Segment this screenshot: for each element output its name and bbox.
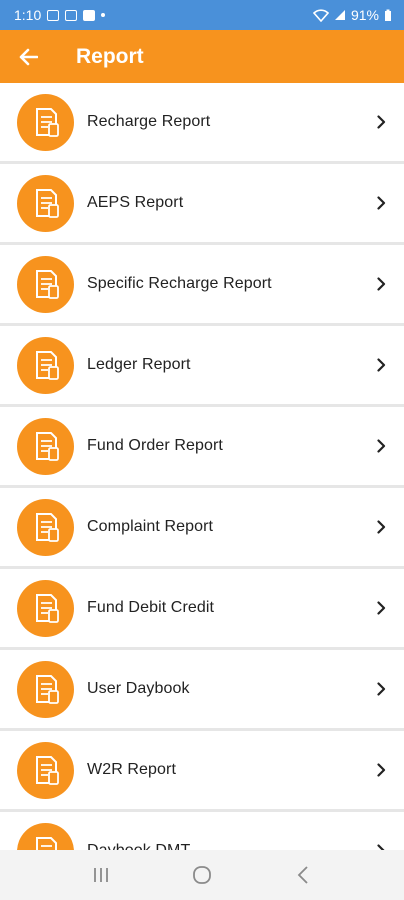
report-item-label: Fund Debit Credit	[87, 599, 215, 616]
fund-order-icon	[17, 417, 74, 475]
system-nav-bar	[0, 850, 404, 900]
chevron-right-icon	[374, 196, 388, 210]
wifi-icon	[312, 8, 329, 22]
report-item-label: Ledger Report	[87, 356, 191, 373]
chevron-right-icon	[374, 763, 388, 777]
report-menu-list: Recharge Report AEPS Report Specific Rec…	[0, 83, 404, 850]
report-item-label: Fund Order Report	[87, 437, 223, 454]
report-item-label: Specific Recharge Report	[87, 275, 272, 292]
home-button[interactable]	[182, 855, 222, 895]
recent-apps-button[interactable]	[81, 855, 121, 895]
notification-dot-icon	[101, 13, 106, 17]
signal-icon	[334, 10, 345, 20]
recent-apps-icon	[93, 868, 108, 882]
chevron-right-icon	[374, 682, 388, 696]
report-item-w2r-report[interactable]: W2R Report	[0, 731, 404, 809]
gallery-icon	[47, 9, 60, 21]
report-item-daybook-dmt[interactable]: Daybook DMT	[0, 812, 404, 850]
debit-credit-icon	[17, 579, 74, 637]
report-item-label: Complaint Report	[87, 518, 214, 535]
arrow-left-icon	[19, 48, 38, 65]
report-item-fund-debit-credit[interactable]: Fund Debit Credit	[0, 569, 404, 647]
youtube-icon	[83, 9, 96, 21]
home-icon	[193, 866, 211, 884]
mobile-receipt-icon	[17, 93, 74, 151]
report-item-label: AEPS Report	[87, 194, 184, 211]
report-item-label: Daybook DMT	[87, 842, 374, 850]
chevron-right-icon	[374, 439, 388, 453]
back-button[interactable]	[0, 30, 56, 83]
report-item-complaint-report[interactable]: Complaint Report	[0, 488, 404, 566]
battery-level: 91%	[350, 7, 379, 23]
chevron-right-icon	[374, 601, 388, 615]
app-bar: Report	[0, 30, 404, 83]
cast-icon	[65, 9, 78, 21]
ledger-icon	[17, 336, 74, 394]
mobile-receipt-icon	[17, 255, 74, 313]
chevron-right-icon	[374, 277, 388, 291]
report-item-label: User Daybook	[87, 680, 190, 697]
page-title: Report	[76, 44, 144, 68]
complaint-icon	[17, 498, 74, 556]
chevron-right-icon	[374, 115, 388, 129]
report-item-aeps-report[interactable]: AEPS Report	[0, 164, 404, 242]
daybook-dmt-icon	[17, 822, 74, 850]
w2r-icon	[17, 741, 74, 799]
status-time: 1:10	[14, 7, 42, 23]
report-item-label: Recharge Report	[87, 113, 211, 130]
fingerprint-receipt-icon	[17, 174, 74, 232]
battery-icon	[385, 9, 391, 21]
report-item-label: W2R Report	[87, 761, 177, 778]
chevron-right-icon	[374, 520, 388, 534]
nav-back-button[interactable]	[283, 855, 323, 895]
status-bar: 1:10 91%	[0, 0, 404, 30]
report-item-ledger-report[interactable]: Ledger Report	[0, 326, 404, 404]
report-item-recharge-report[interactable]: Recharge Report	[0, 83, 404, 161]
report-item-fund-order-report[interactable]: Fund Order Report	[0, 407, 404, 485]
chevron-right-icon	[374, 358, 388, 372]
daybook-icon	[17, 660, 74, 718]
report-item-specific-recharge-report[interactable]: Specific Recharge Report	[0, 245, 404, 323]
report-item-user-daybook[interactable]: User Daybook	[0, 650, 404, 728]
back-icon	[298, 866, 308, 884]
